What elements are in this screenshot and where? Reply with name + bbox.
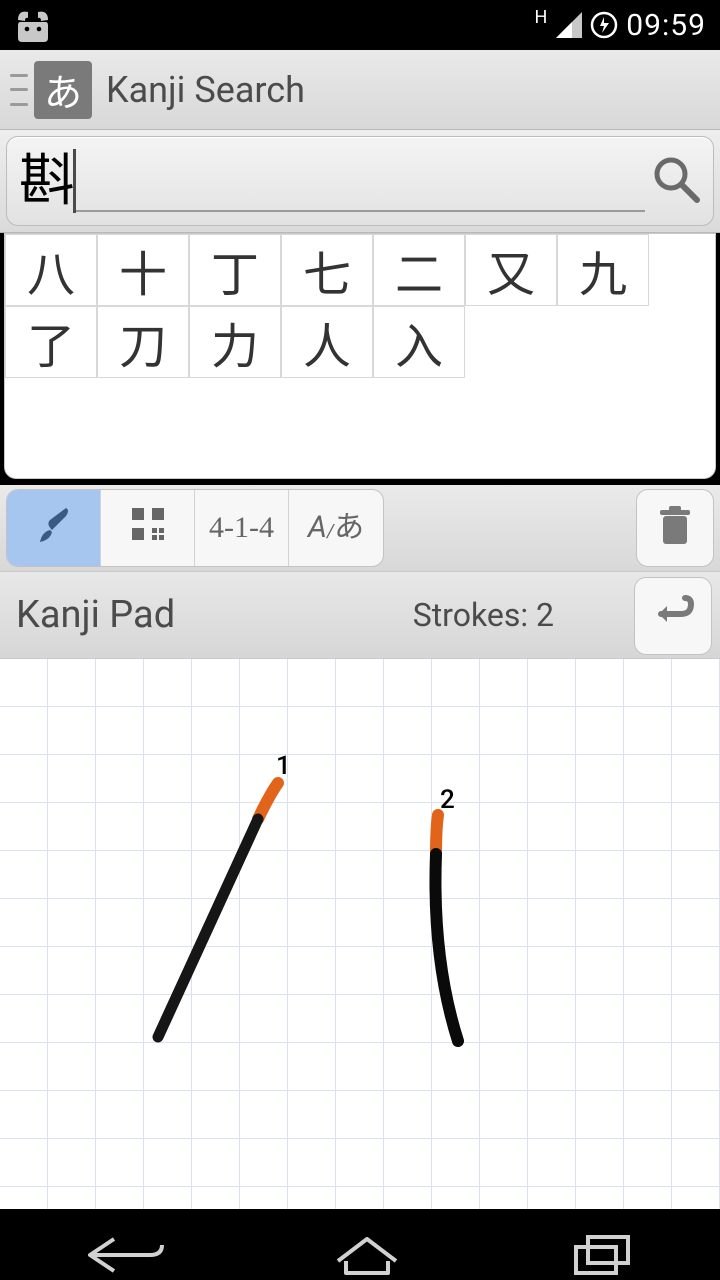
kanji-result-cell[interactable]: 十 xyxy=(97,234,189,306)
clear-button[interactable] xyxy=(636,489,714,567)
undo-icon xyxy=(649,594,697,638)
stroke-number: 1 xyxy=(276,751,291,781)
system-nav-bar xyxy=(0,1209,720,1280)
kanji-results-row: 了 刀 力 人 入 xyxy=(5,306,715,378)
skip-code-label: 4-1-4 xyxy=(209,511,274,545)
mode-reading-button[interactable]: A/あ xyxy=(289,490,383,566)
clock-label: 09:59 xyxy=(626,8,706,43)
network-type-label: H xyxy=(534,7,548,28)
kanji-result-cell[interactable]: 人 xyxy=(281,306,373,378)
recents-button[interactable] xyxy=(570,1233,636,1280)
search-input[interactable]: 斟 xyxy=(6,136,714,226)
reading-icon: A/あ xyxy=(308,513,364,543)
kanji-result-cell[interactable]: 丁 xyxy=(189,234,281,306)
kanji-result-cell[interactable]: 了 xyxy=(5,306,97,378)
kanji-result-cell[interactable]: 八 xyxy=(5,234,97,306)
trash-icon xyxy=(655,504,695,552)
status-bar: H 09:59 xyxy=(0,0,720,50)
undo-button[interactable] xyxy=(634,577,712,655)
strokes-canvas xyxy=(0,659,720,1209)
radicals-icon xyxy=(126,502,170,555)
drawing-pad[interactable]: 1 2 xyxy=(0,659,720,1209)
input-mode-toolbar: 4-1-4 A/あ xyxy=(0,485,720,571)
kanji-result-cell[interactable]: 七 xyxy=(281,234,373,306)
kanji-result-cell[interactable]: 力 xyxy=(189,306,281,378)
drawer-icon[interactable] xyxy=(10,74,28,106)
kanji-results-row: 八 十 丁 七 二 又 九 xyxy=(5,234,715,306)
page-title: Kanji Search xyxy=(106,69,305,111)
back-button[interactable] xyxy=(84,1231,164,1280)
app-icon[interactable]: あ xyxy=(34,61,92,119)
pad-header: Kanji Pad Strokes: 2 xyxy=(0,571,720,659)
signal-icon xyxy=(556,12,582,38)
kanji-result-cell[interactable]: 九 xyxy=(557,234,649,306)
search-value: 斟 xyxy=(17,146,75,216)
stroke-number: 2 xyxy=(440,785,455,815)
mode-radicals-button[interactable] xyxy=(101,490,195,566)
input-mode-segmented: 4-1-4 A/あ xyxy=(6,489,384,567)
os-logo-icon xyxy=(14,8,52,42)
no-battery-icon xyxy=(590,11,618,39)
pad-title: Kanji Pad xyxy=(16,593,175,637)
text-cursor xyxy=(73,149,76,213)
kanji-result-cell[interactable]: 刀 xyxy=(97,306,189,378)
kanji-result-cell[interactable]: 二 xyxy=(373,234,465,306)
kanji-results: 八 十 丁 七 二 又 九 了 刀 力 人 入 xyxy=(4,233,716,479)
stroke-count-label: Strokes: 2 xyxy=(413,596,554,634)
home-button[interactable] xyxy=(332,1233,402,1280)
action-bar: あ Kanji Search xyxy=(0,50,720,130)
kanji-result-cell[interactable]: 又 xyxy=(465,234,557,306)
search-icon[interactable] xyxy=(649,152,703,210)
brush-icon xyxy=(32,502,76,555)
kanji-result-cell[interactable]: 入 xyxy=(373,306,465,378)
mode-brush-button[interactable] xyxy=(7,490,101,566)
mode-skip-button[interactable]: 4-1-4 xyxy=(195,490,289,566)
search-bar: 斟 xyxy=(0,130,720,233)
